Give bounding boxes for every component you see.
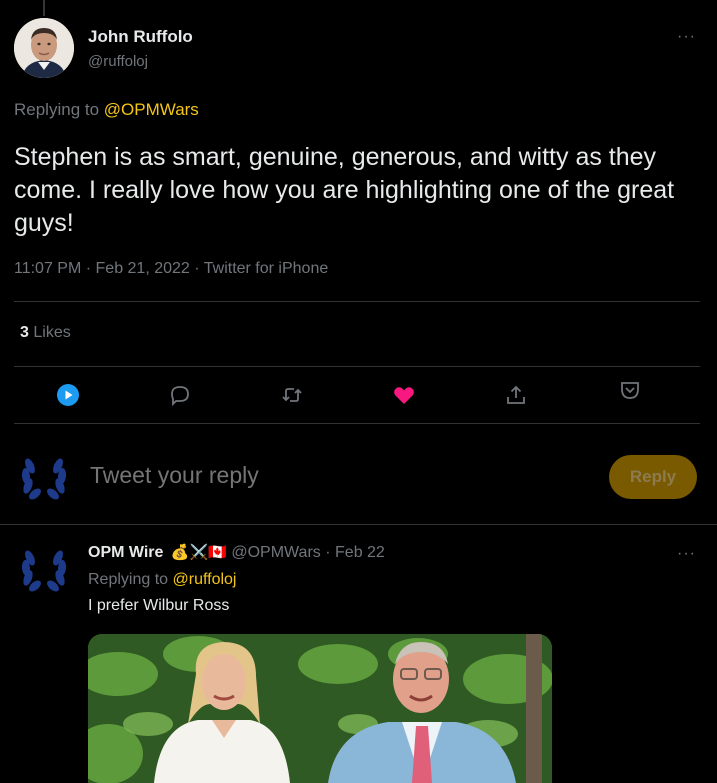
- like-icon[interactable]: [390, 381, 418, 409]
- tweet-text: Stephen is as smart, genuine, generous, …: [14, 143, 675, 237]
- likes-label: Likes: [33, 324, 71, 341]
- bookmark-icon[interactable]: [616, 376, 644, 404]
- divider: [14, 423, 700, 424]
- more-options-icon[interactable]: ···: [677, 28, 696, 46]
- author-emoji: 💰⚔️🇨🇦: [170, 544, 227, 561]
- replying-to: Replying to @ruffoloj: [88, 571, 236, 589]
- reply-button[interactable]: Reply: [609, 455, 697, 499]
- reply-icon[interactable]: [166, 381, 194, 409]
- retweet-icon[interactable]: [278, 381, 306, 409]
- attached-photo[interactable]: [88, 634, 552, 783]
- reply-author-handle[interactable]: @OPMWars: [231, 544, 320, 561]
- replying-prefix: Replying to: [14, 100, 100, 119]
- divider: [14, 366, 700, 367]
- replying-mention-link[interactable]: @ruffoloj: [173, 571, 237, 588]
- replying-mention-link[interactable]: @OPMWars: [104, 100, 199, 119]
- likes-number: 3: [20, 324, 29, 341]
- thread-line: [43, 0, 45, 16]
- play-icon[interactable]: [54, 381, 82, 409]
- avatar: [14, 448, 74, 508]
- replying-prefix: Replying to: [88, 571, 169, 588]
- tweet-meta[interactable]: 11:07 PM · Feb 21, 2022 · Twitter for iP…: [14, 260, 328, 278]
- author-name[interactable]: John Ruffolo: [88, 27, 193, 47]
- reply-text: I prefer Wilbur Ross: [88, 597, 230, 614]
- replying-to: Replying to @OPMWars: [14, 100, 199, 120]
- reply-input[interactable]: [90, 462, 590, 489]
- more-options-icon[interactable]: ···: [677, 545, 696, 563]
- divider: [0, 524, 717, 525]
- share-icon[interactable]: [502, 381, 530, 409]
- avatar[interactable]: [14, 540, 74, 600]
- separator-dot: ·: [325, 544, 336, 561]
- divider: [14, 301, 700, 302]
- likes-count[interactable]: 3 Likes: [20, 324, 71, 342]
- author-handle[interactable]: @ruffoloj: [88, 53, 148, 70]
- reply-date[interactable]: Feb 22: [335, 544, 385, 561]
- reply-header: OPM Wire 💰⚔️🇨🇦 @OPMWars · Feb 22: [88, 543, 385, 562]
- reply-author-name[interactable]: OPM Wire: [88, 544, 163, 561]
- avatar[interactable]: [14, 18, 74, 78]
